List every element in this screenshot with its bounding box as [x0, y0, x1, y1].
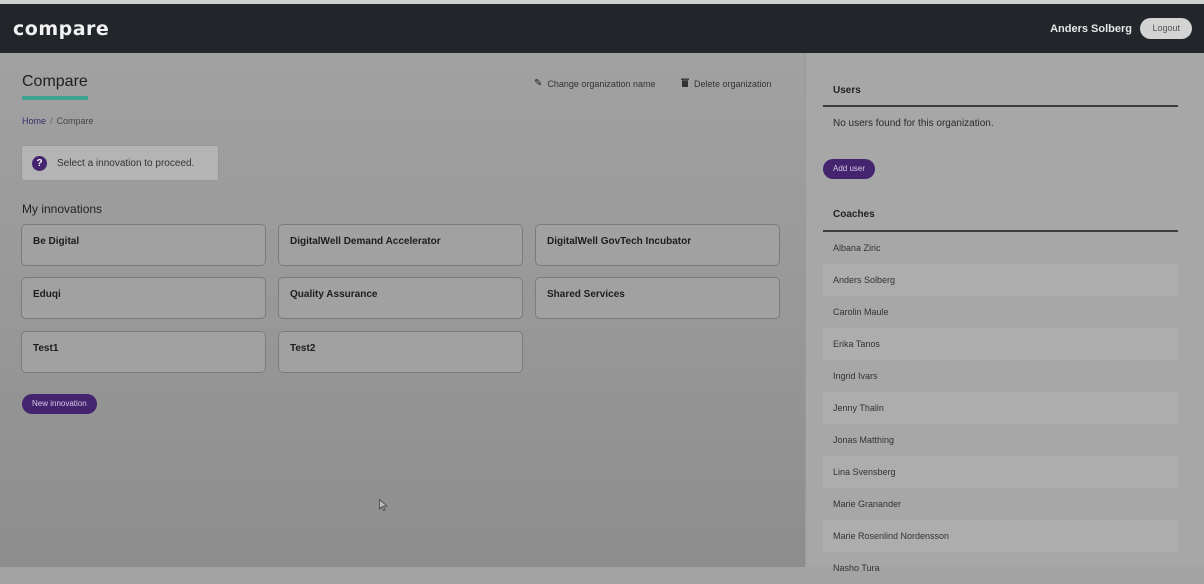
innovation-card[interactable]: Shared Services [535, 277, 780, 319]
innovation-card[interactable]: Be Digital [21, 224, 266, 266]
question-icon: ? [32, 156, 47, 171]
coach-list-item[interactable]: Jonas Matthing [823, 424, 1178, 456]
innovation-card-label: Shared Services [547, 289, 625, 300]
title-underline [22, 96, 88, 100]
coaches-heading: Coaches [833, 209, 875, 220]
innovation-card-label: Test2 [290, 343, 316, 354]
delete-organization-link[interactable]: Delete organization [681, 78, 772, 90]
alert-message: Select a innovation to proceed. [57, 158, 195, 169]
my-innovations-heading: My innovations [22, 202, 103, 216]
innovation-card[interactable]: Quality Assurance [278, 277, 523, 319]
innovation-card[interactable]: Test1 [21, 331, 266, 373]
users-divider [823, 105, 1178, 107]
coach-list-item[interactable]: Anders Solberg [823, 264, 1178, 296]
trash-icon [681, 78, 689, 90]
innovation-card-label: Test1 [33, 343, 59, 354]
breadcrumb: Home / Compare [22, 116, 94, 126]
coach-list-item[interactable]: Jenny Thalin [823, 392, 1178, 424]
innovation-card-label: Eduqi [33, 289, 61, 300]
innovation-card-label: Quality Assurance [290, 289, 378, 300]
sidebar: Users No users found for this organizati… [805, 53, 1204, 573]
innovation-card-label: Be Digital [33, 236, 80, 247]
breadcrumb-home[interactable]: Home [22, 116, 46, 126]
breadcrumb-current: Compare [56, 116, 94, 126]
innovation-cards: Be Digital DigitalWell Demand Accelerato… [21, 224, 783, 376]
coach-list-item[interactable]: Erika Tanos [823, 328, 1178, 360]
coach-list-item[interactable]: Ingrid Ivars [823, 360, 1178, 392]
new-innovation-button[interactable]: New innovation [22, 394, 97, 414]
delete-organization-label: Delete organization [694, 79, 772, 89]
change-organization-name-label: Change organization name [547, 78, 656, 89]
coach-list-item[interactable]: Albana Ziric [823, 232, 1178, 264]
innovation-card[interactable]: Eduqi [21, 277, 266, 319]
coach-list-item[interactable]: Lina Svensberg [823, 456, 1178, 488]
coach-list-item[interactable]: Nasho Tura [823, 552, 1178, 584]
change-organization-name-link[interactable]: ✎ Change organization name [534, 78, 655, 89]
current-user-name: Anders Solberg [1050, 23, 1132, 35]
info-alert: ? Select a innovation to proceed. [22, 146, 218, 180]
app-logo[interactable]: compare [13, 18, 109, 40]
navbar: compare Anders Solberg Logout [0, 4, 1204, 53]
no-users-message: No users found for this organization. [833, 118, 994, 129]
logout-button[interactable]: Logout [1140, 18, 1192, 39]
coach-list: Albana Ziric Anders Solberg Carolin Maul… [823, 232, 1178, 584]
breadcrumb-separator: / [50, 116, 53, 126]
innovation-card-label: DigitalWell GovTech Incubator [547, 236, 692, 247]
page-title: Compare [22, 73, 88, 90]
innovation-card[interactable]: Test2 [278, 331, 523, 373]
mouse-cursor-icon [379, 499, 388, 511]
coach-list-item[interactable]: Marie Rosenlind Nordensson [823, 520, 1178, 552]
add-user-button[interactable]: Add user [823, 159, 876, 179]
main-content: Compare ✎ Change organization name Delet… [0, 53, 804, 567]
coach-list-item[interactable]: Carolin Maule [823, 296, 1178, 328]
coach-list-item[interactable]: Marie Granander [823, 488, 1178, 520]
users-heading: Users [833, 85, 861, 96]
innovation-card-label: DigitalWell Demand Accelerator [290, 236, 441, 247]
innovation-card[interactable]: DigitalWell Demand Accelerator [278, 224, 523, 266]
innovation-card[interactable]: DigitalWell GovTech Incubator [535, 224, 780, 266]
pencil-icon: ✎ [534, 78, 543, 89]
